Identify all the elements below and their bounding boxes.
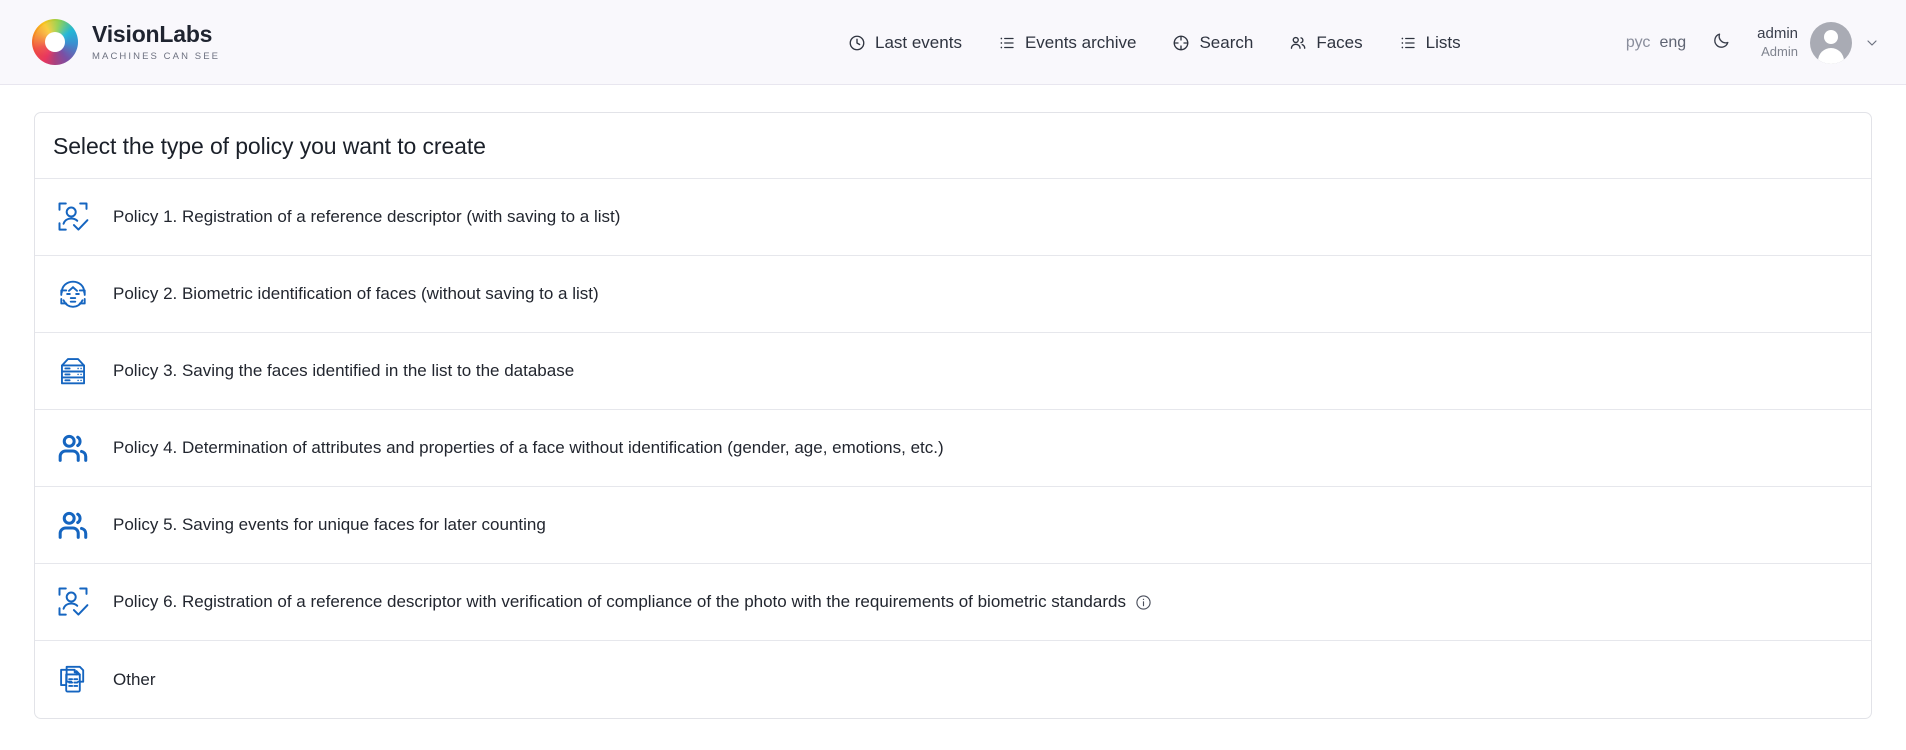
brand-name: VisionLabs — [92, 23, 220, 46]
info-circle-icon[interactable] — [1135, 594, 1152, 611]
nav-item-last-events[interactable]: Last events — [848, 33, 962, 53]
documents-copy-icon — [53, 660, 93, 700]
people-icon — [53, 505, 93, 545]
page-title: Select the type of policy you want to cr… — [53, 133, 1853, 160]
policy-label-wrap: Policy 6. Registration of a reference de… — [113, 592, 1152, 612]
policy-option-label: Policy 4. Determination of attributes an… — [113, 438, 944, 458]
policy-option-4[interactable]: Policy 4. Determination of attributes an… — [35, 410, 1871, 487]
list-icon — [998, 34, 1016, 52]
people-icon — [53, 428, 93, 468]
nav-item-faces[interactable]: Faces — [1289, 33, 1362, 53]
brand-tagline: MACHINES CAN SEE — [92, 52, 220, 62]
policy-label-wrap: Policy 5. Saving events for unique faces… — [113, 515, 546, 535]
policy-label-wrap: Policy 1. Registration of a reference de… — [113, 207, 620, 227]
policy-option-1[interactable]: Policy 1. Registration of a reference de… — [35, 179, 1871, 256]
policy-option-other[interactable]: Other — [35, 641, 1871, 718]
user-role: Admin — [1761, 44, 1798, 60]
theme-toggle-button[interactable] — [1712, 31, 1731, 55]
face-scan-check-icon — [53, 582, 93, 622]
policy-option-label: Policy 1. Registration of a reference de… — [113, 207, 620, 227]
database-icon — [53, 351, 93, 391]
nav-item-label: Last events — [875, 33, 962, 53]
target-search-icon — [1172, 34, 1190, 52]
policy-option-3[interactable]: Policy 3. Saving the faces identified in… — [35, 333, 1871, 410]
user-name: admin — [1757, 25, 1798, 44]
visionlabs-ring-logo-icon — [32, 19, 78, 65]
chevron-down-icon[interactable] — [1864, 35, 1880, 51]
policy-label-wrap: Policy 4. Determination of attributes an… — [113, 438, 944, 458]
nav-item-lists[interactable]: Lists — [1399, 33, 1461, 53]
nav-item-search[interactable]: Search — [1172, 33, 1253, 53]
policy-option-5[interactable]: Policy 5. Saving events for unique faces… — [35, 487, 1871, 564]
policy-option-label: Other — [113, 670, 156, 690]
nav-item-label: Search — [1199, 33, 1253, 53]
user-text: admin Admin — [1757, 25, 1798, 60]
header-right-zone: рус eng admin Admin — [1626, 0, 1880, 85]
nav-item-events-archive[interactable]: Events archive — [998, 33, 1137, 53]
policy-label-wrap: Policy 3. Saving the faces identified in… — [113, 361, 574, 381]
policy-type-card: Select the type of policy you want to cr… — [34, 112, 1872, 719]
policy-option-label: Policy 6. Registration of a reference de… — [113, 592, 1126, 612]
language-option-english[interactable]: eng — [1659, 34, 1686, 52]
policy-label-wrap: Policy 2. Biometric identification of fa… — [113, 284, 599, 304]
list-icon — [1399, 34, 1417, 52]
main-nav: Last events Events archive Search — [848, 0, 1461, 85]
nav-item-label: Faces — [1316, 33, 1362, 53]
clock-icon — [848, 34, 866, 52]
face-scan-check-icon — [53, 197, 93, 237]
policy-option-label: Policy 3. Saving the faces identified in… — [113, 361, 574, 381]
language-option-russian[interactable]: рус — [1626, 34, 1651, 52]
policy-label-wrap: Other — [113, 670, 156, 690]
policy-option-label: Policy 2. Biometric identification of fa… — [113, 284, 599, 304]
avatar[interactable] — [1810, 22, 1852, 64]
language-switcher[interactable]: рус eng — [1626, 34, 1686, 52]
face-id-icon — [53, 274, 93, 314]
user-menu[interactable]: admin Admin — [1757, 22, 1880, 64]
policy-option-label: Policy 5. Saving events for unique faces… — [113, 515, 546, 535]
card-header: Select the type of policy you want to cr… — [35, 113, 1871, 179]
brand-text: VisionLabs MACHINES CAN SEE — [92, 23, 220, 62]
nav-item-label: Lists — [1426, 33, 1461, 53]
people-icon — [1289, 34, 1307, 52]
top-navigation-bar: VisionLabs MACHINES CAN SEE Last events — [0, 0, 1906, 85]
moon-icon — [1712, 31, 1731, 55]
page-content: Select the type of policy you want to cr… — [0, 85, 1906, 719]
nav-item-label: Events archive — [1025, 33, 1137, 53]
policy-option-2[interactable]: Policy 2. Biometric identification of fa… — [35, 256, 1871, 333]
brand-logo[interactable]: VisionLabs MACHINES CAN SEE — [32, 19, 220, 65]
policy-option-6[interactable]: Policy 6. Registration of a reference de… — [35, 564, 1871, 641]
